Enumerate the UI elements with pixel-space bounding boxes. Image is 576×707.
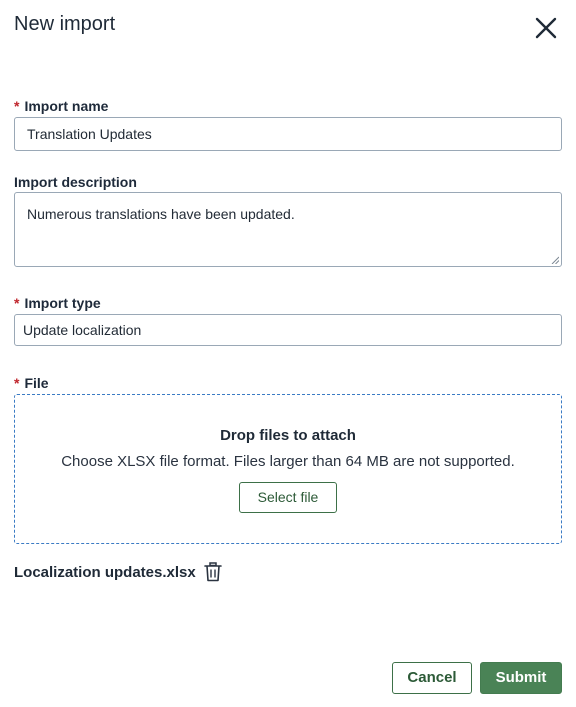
- import-description-value: Numerous translations have been updated.: [27, 206, 295, 222]
- resize-grip-icon[interactable]: [551, 256, 559, 264]
- import-name-label: * Import name: [14, 98, 108, 114]
- required-marker: *: [14, 375, 20, 391]
- import-name-label-text: Import name: [24, 98, 109, 114]
- import-description-label: Import description: [14, 174, 137, 190]
- attached-file-name: Localization updates.xlsx: [14, 563, 196, 581]
- file-dropzone[interactable]: Drop files to attach Choose XLSX file fo…: [14, 394, 562, 544]
- cancel-button[interactable]: Cancel: [392, 662, 472, 694]
- import-type-select[interactable]: Update localization: [14, 314, 562, 346]
- import-name-input[interactable]: Translation Updates: [14, 117, 562, 151]
- import-description-textarea[interactable]: Numerous translations have been updated.: [14, 192, 562, 267]
- drop-title: Drop files to attach: [220, 427, 356, 444]
- close-button[interactable]: [533, 15, 559, 41]
- submit-button[interactable]: Submit: [480, 662, 562, 694]
- attached-file-row: Localization updates.xlsx: [14, 561, 222, 583]
- required-marker: *: [14, 295, 20, 311]
- file-label: * File: [14, 375, 49, 391]
- import-name-value: Translation Updates: [27, 126, 152, 142]
- dialog-title: New import: [14, 13, 116, 35]
- remove-file-button[interactable]: [203, 562, 222, 582]
- file-label-text: File: [24, 375, 49, 391]
- import-type-value: Update localization: [23, 322, 142, 338]
- close-icon: [535, 17, 557, 39]
- drop-hint: Choose XLSX file format. Files larger th…: [61, 453, 515, 470]
- import-type-label-text: Import type: [24, 295, 101, 311]
- select-file-button[interactable]: Select file: [239, 482, 337, 513]
- import-type-label: * Import type: [14, 295, 101, 311]
- trash-icon: [203, 562, 222, 582]
- new-import-dialog: New import * Import name Translation Upda…: [0, 0, 576, 707]
- required-marker: *: [14, 98, 20, 114]
